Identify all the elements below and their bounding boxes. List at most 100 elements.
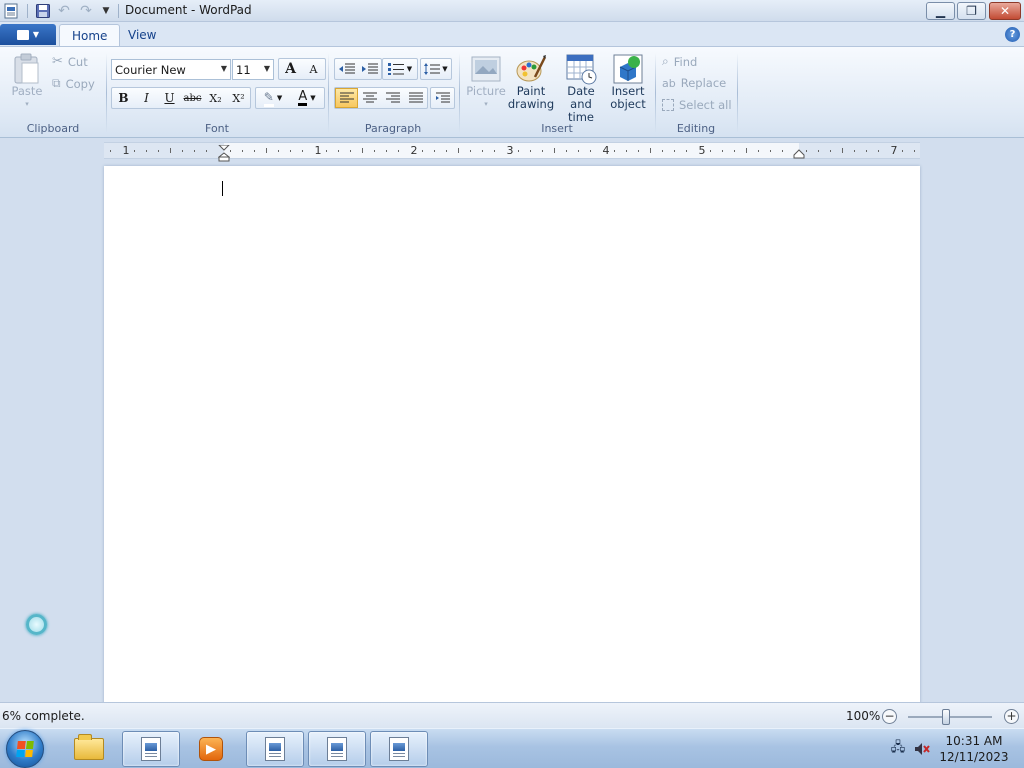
align-left-button[interactable] [335,88,358,108]
zoom-slider-thumb[interactable] [941,709,950,725]
paste-button[interactable]: Paste ▾ [8,53,46,111]
start-button[interactable] [6,730,44,768]
copy-label: Copy [65,76,95,91]
paragraph-button[interactable] [431,88,454,108]
subscript-button[interactable]: X₂ [204,88,227,108]
restore-icon: ❐ [966,4,977,18]
calendar-clock-icon [566,54,597,85]
ribbon: Paste ▾ ✂ Cut ⧉ Copy Clipboard Courier N… [0,46,1024,138]
find-button[interactable]: ⌕ Find [662,54,697,69]
ruler-dot [770,150,771,152]
select-all-button[interactable]: Select all [662,98,732,112]
decrease-indent-button[interactable] [335,59,358,79]
ruler-dot [518,150,519,152]
taskbar-wordpad-button[interactable] [122,731,180,767]
taskbar-media-player-button[interactable]: ▶ [182,731,240,767]
indent-buttons [334,58,382,80]
highlight-color-button[interactable]: ✎ ▼ [256,88,290,108]
ruler-dot [374,150,375,152]
undo-icon[interactable]: ↶ [56,3,72,19]
picture-icon [471,56,501,82]
paragraph-dialog-group [430,87,455,109]
wordpad-app-icon[interactable] [3,3,19,19]
indent-marker[interactable] [218,145,230,163]
network-icon[interactable]: 🖧 [890,740,906,757]
bullet-list-button[interactable]: ▼ [383,59,417,79]
application-menu-button[interactable]: ▼ [0,24,56,45]
zoom-in-button[interactable]: + [1004,709,1019,724]
ruler-dot [758,150,759,152]
grow-font-icon: A [285,61,296,77]
save-icon[interactable] [35,3,51,19]
shrink-font-button[interactable]: A [302,59,325,79]
redo-icon[interactable]: ↷ [78,3,94,19]
font-family-select[interactable]: Courier New ▼ [111,59,231,80]
restore-button[interactable]: ❐ [957,2,986,20]
taskbar-wordpad-button[interactable] [308,731,366,767]
right-indent-marker[interactable] [793,149,805,159]
ruler-dot [446,150,447,152]
text-cursor [222,181,223,196]
select-all-icon [662,99,674,111]
underline-icon: U [164,91,175,105]
taskbar-wordpad-button[interactable] [370,731,428,767]
superscript-button[interactable]: X² [227,88,250,108]
taskbar: ▶ 🖧 10:31 AM 12/11/2023 [0,728,1024,768]
cut-button[interactable]: ✂ Cut [52,54,88,69]
paragraph-group-label: Paragraph [364,122,422,135]
cut-label: Cut [67,54,88,69]
date-time-button[interactable]: Date and time [556,53,606,124]
close-icon: ✕ [999,4,1011,18]
find-label: Find [673,54,698,69]
replace-button[interactable]: ab Replace [662,76,726,90]
ruler-half-tick [266,148,267,153]
text-color-button[interactable]: A ▼ [290,88,324,108]
ruler-dot [818,150,819,152]
align-center-button[interactable] [358,88,381,108]
font-size-buttons: A A [278,58,326,80]
ruler-dot [674,150,675,152]
minimize-button[interactable]: ▁ [926,2,955,20]
insert-object-button[interactable]: Insert object [607,53,649,111]
ruler-dot [542,150,543,152]
paint-palette-icon [516,55,547,82]
zoom-out-button[interactable]: − [882,709,897,724]
zoom-slider-track[interactable] [908,716,992,718]
justify-button[interactable] [404,88,427,108]
underline-button[interactable]: U [158,88,181,108]
taskbar-wordpad-button[interactable] [246,731,304,767]
editing-group-label: Editing [676,122,716,135]
font-size-select[interactable]: 11 ▼ [232,59,274,80]
picture-button[interactable]: Picture ▾ [465,53,507,111]
volume-muted-icon[interactable] [914,741,930,757]
ruler-dot [146,150,147,152]
tab-home[interactable]: Home [59,24,121,46]
strikethrough-button[interactable]: abc [181,88,204,108]
copy-button[interactable]: ⧉ Copy [52,76,95,91]
chevron-down-icon: ▼ [442,65,448,73]
paint-label-2: drawing [507,97,555,111]
bold-button[interactable]: B [112,88,135,108]
paint-drawing-button[interactable]: Paint drawing [508,53,554,111]
ruler-dot [626,150,627,152]
document-page[interactable] [104,166,920,702]
tab-view[interactable]: View [116,24,168,46]
close-button[interactable]: ✕ [989,2,1021,20]
ruler-dot [158,150,159,152]
taskbar-explorer-button[interactable] [60,731,118,767]
replace-label: Replace [680,76,727,90]
align-right-button[interactable] [381,88,404,108]
italic-button[interactable]: I [135,88,158,108]
line-spacing-button[interactable]: ▼ [421,59,451,79]
increase-indent-button[interactable] [358,59,381,79]
ruler[interactable]: 1 1 2 3 4 5 7 [104,142,920,162]
ruler-dot [278,150,279,152]
copy-icon: ⧉ [52,76,61,90]
date-time-label-1: Date and [567,84,595,111]
help-icon[interactable]: ? [1005,27,1020,42]
customize-qat-icon[interactable]: ▼ [98,3,114,19]
folder-icon [74,734,104,760]
system-clock[interactable]: 10:31 AM 12/11/2023 [938,733,1010,765]
ruler-number: 2 [410,144,418,157]
grow-font-button[interactable]: A [279,59,302,79]
